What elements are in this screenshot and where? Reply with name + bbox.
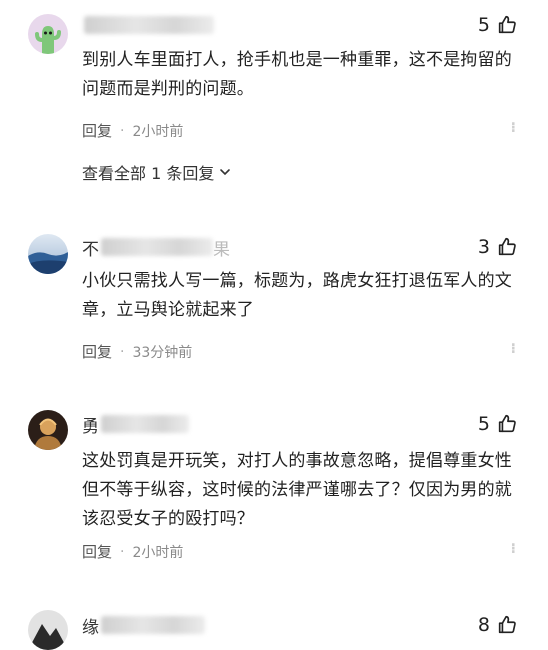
comment-meta: 回复 · 2小时前 [82, 120, 184, 141]
avatar[interactable] [28, 234, 68, 274]
thumbs-up-icon [498, 615, 516, 634]
username-redacted [84, 16, 214, 34]
username[interactable]: 缘 [82, 614, 205, 638]
like-count: 5 [477, 14, 490, 36]
more-options-icon[interactable]: ⁝ [511, 341, 516, 357]
username-redacted [101, 238, 213, 256]
like-button[interactable]: 5 [478, 413, 518, 435]
like-count: 3 [477, 236, 490, 258]
comment-meta: 回复 · 2小时前 [82, 541, 184, 562]
like-button[interactable]: 5 [478, 14, 518, 36]
timestamp: 2小时前 [132, 123, 184, 140]
more-options-icon[interactable]: ⁝ [511, 541, 516, 557]
avatar[interactable] [28, 14, 68, 54]
view-all-replies-button[interactable]: 查看全部 1 条回复 [82, 160, 232, 184]
comment-text: 到别人车里面打人，抢手机也是一种重罪，这不是拘留的 问题而是判刑的问题。 [82, 50, 512, 99]
comment-text: 这处罚真是开玩笑，对打人的事故意忽略，提倡尊重女性 但不等于纵容，这时候的法律严… [82, 451, 512, 529]
mountain-avatar-icon [28, 610, 68, 650]
username-redacted [101, 415, 189, 433]
thumbs-up-icon [498, 237, 516, 256]
reply-button[interactable]: 回复 [82, 120, 112, 141]
more-options-icon[interactable]: ⁝ [511, 120, 516, 136]
cactus-avatar-icon [28, 14, 68, 54]
thumbs-up-icon [498, 414, 516, 433]
like-button[interactable]: 8 [478, 614, 518, 636]
username[interactable]: 不 果 [82, 236, 230, 260]
dark-portrait-avatar-icon [28, 410, 68, 450]
thumbs-up-icon [498, 15, 516, 34]
comment-text: 小伙只需找人写一篇，标题为，路虎女狂打退伍军人的文 章，立马舆论就起来了 [82, 271, 512, 320]
chevron-down-icon [220, 169, 231, 176]
comment-meta: 回复 · 33分钟前 [82, 341, 193, 362]
like-button[interactable]: 3 [478, 236, 518, 258]
timestamp: 33分钟前 [132, 344, 193, 361]
reply-button[interactable]: 回复 [82, 541, 112, 562]
avatar[interactable] [28, 610, 68, 650]
username[interactable]: 勇 [82, 413, 189, 437]
timestamp: 2小时前 [132, 544, 184, 561]
username-redacted [101, 616, 205, 634]
username[interactable] [82, 14, 214, 36]
reply-button[interactable]: 回复 [82, 341, 112, 362]
like-count: 8 [477, 614, 490, 636]
landscape-avatar-icon [28, 234, 68, 274]
avatar[interactable] [28, 410, 68, 450]
like-count: 5 [477, 413, 490, 435]
